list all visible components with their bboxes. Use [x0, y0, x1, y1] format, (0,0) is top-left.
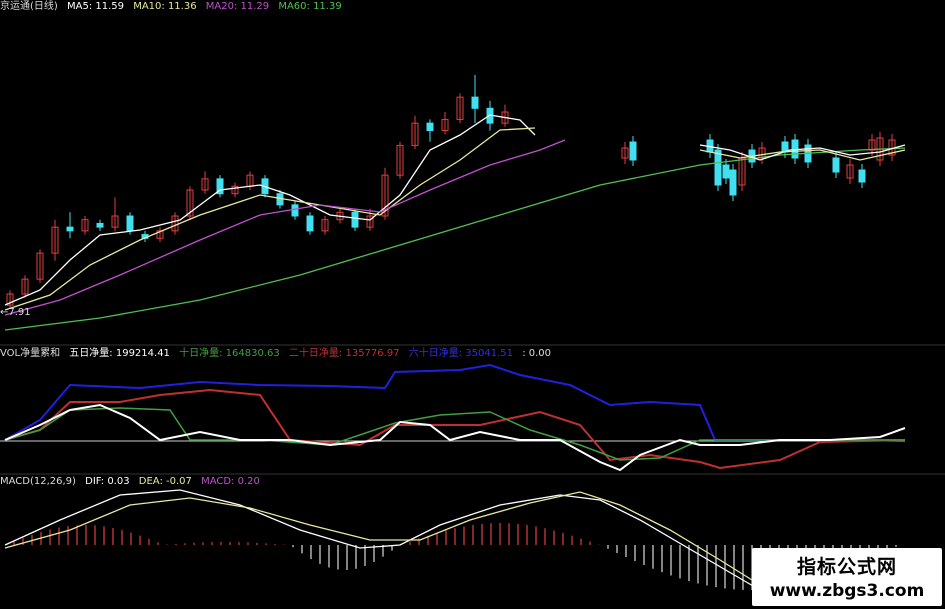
ma5-label: MA5: 11.59 [67, 1, 125, 12]
candle-body [291, 204, 299, 217]
vol-ten: 十日净量: 164830.63 [179, 348, 280, 359]
watermark: 指标公式网 www.zbgs3.com [752, 548, 942, 606]
vol-header: VOL净量累和 五日净量: 199214.41 十日净量: 164830.63 … [0, 347, 557, 361]
dea-line [4, 491, 761, 586]
ma10-line-right [699, 149, 906, 161]
candle-body [832, 157, 840, 173]
stock-title: 京运通(日线) [0, 1, 58, 12]
ma20-label: MA20: 11.29 [205, 1, 270, 12]
vol-twenty: 二十日净量: 135776.97 [288, 348, 400, 359]
candle-body [714, 149, 722, 186]
ma10-label: MA10: 11.36 [133, 1, 197, 12]
candle-body [426, 122, 434, 132]
vol-five: 五日净量: 199214.41 [69, 348, 170, 359]
main-header: 京运通(日线) MA5: 11.59 MA10: 11.36 MA20: 11.… [0, 0, 348, 14]
vol-blue-line [4, 363, 905, 441]
macd-name: MACD(12,26,9) [0, 476, 76, 487]
ma60-line [4, 147, 906, 331]
candle-body [96, 222, 104, 228]
candle-body [722, 164, 730, 179]
candle-body [351, 211, 359, 228]
vol-name: VOL净量累和 [0, 348, 61, 359]
stock-chart[interactable] [0, 0, 945, 609]
vol-red-line [4, 388, 906, 470]
macd-dif: DIF: 0.03 [85, 476, 130, 487]
vol-zero: : 0.00 [522, 348, 552, 359]
candle-body [629, 141, 637, 161]
ma5-line [4, 114, 536, 306]
ma60-label: MA60: 11.39 [278, 1, 342, 12]
low-price-label: ←7.91 [0, 307, 31, 318]
watermark-url: www.zbgs3.com [769, 581, 925, 601]
macd-value: MACD: 0.20 [201, 476, 260, 487]
watermark-title: 指标公式网 [796, 556, 897, 578]
candle-body [66, 226, 74, 232]
ma20-line [4, 139, 566, 316]
candle-body [306, 215, 314, 232]
macd-dea: DEA: -0.07 [138, 476, 192, 487]
ma5-line-right [699, 144, 906, 161]
candle-body [471, 96, 479, 109]
vol-sixty: 六十日净量: 35041.51 [408, 348, 513, 359]
candle-body [858, 169, 866, 183]
macd-header: MACD(12,26,9) DIF: 0.03 DEA: -0.07 MACD:… [0, 475, 266, 489]
candle-body [126, 215, 134, 232]
candle-body [729, 169, 737, 196]
vol-green-line [4, 407, 905, 461]
